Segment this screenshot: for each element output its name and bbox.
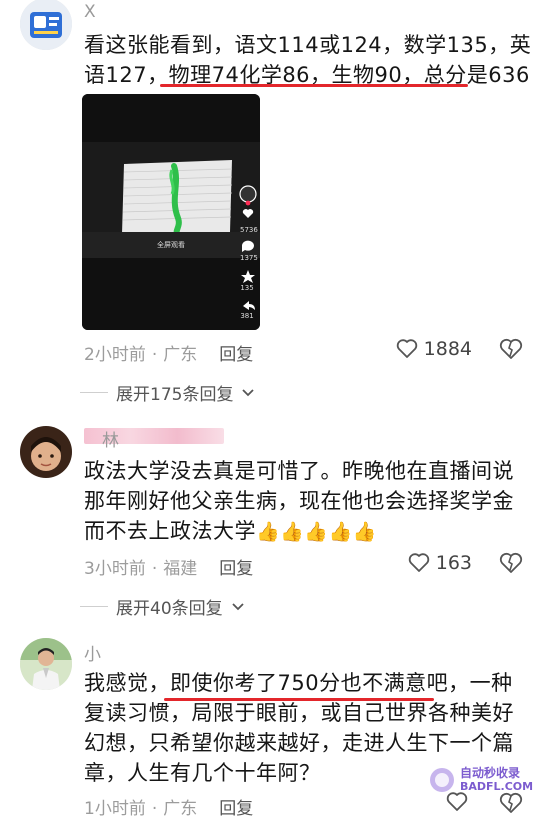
comment-text: 看这张能看到，语文114或124，数学135，英语127，物理74化学86，生物… bbox=[84, 30, 534, 90]
highlighted-text: 即使你考了750分也不满意吧 bbox=[170, 671, 449, 695]
comment-meta: 3小时前 · 福建 回复 bbox=[84, 559, 254, 579]
video-frame bbox=[82, 94, 260, 330]
comment-text: 政法大学没去真是可惜了。昨晚他在直播间说那年刚好他父亲生病，现在他也会选择奖学金… bbox=[84, 456, 534, 547]
expand-replies[interactable]: 展开175条回复 bbox=[80, 380, 255, 405]
chevron-down-icon bbox=[242, 388, 255, 396]
chevron-down-icon bbox=[232, 602, 244, 610]
watermark-line2: BADFL.COM bbox=[460, 780, 534, 793]
fullscreen-label[interactable]: 全屏观看 bbox=[82, 240, 260, 250]
like-button[interactable]: 1884 bbox=[396, 338, 472, 360]
fav-count: 135 bbox=[240, 284, 254, 292]
comment-meta: 1小时前 · 广东 回复 bbox=[84, 799, 254, 819]
timestamp: 2小时前 bbox=[84, 345, 146, 365]
expand-label: 展开40条回复 bbox=[116, 599, 223, 619]
comment-text-part: 我感觉， bbox=[84, 671, 170, 695]
broken-heart-icon bbox=[499, 552, 523, 573]
username[interactable]: 小 bbox=[84, 640, 101, 665]
video-thumbnail[interactable]: 5736 1375 135 381 全屏观看 bbox=[82, 94, 260, 330]
location: 广东 bbox=[163, 799, 198, 819]
avatar[interactable] bbox=[20, 0, 72, 50]
timestamp: 1小时前 bbox=[84, 799, 146, 819]
reply-button[interactable]: 回复 bbox=[219, 345, 253, 365]
like-count: 1884 bbox=[423, 338, 472, 360]
thumbs-up-emojis: 👍👍👍👍👍 bbox=[256, 521, 377, 543]
comment-meta: 2小时前 · 广东 回复 bbox=[84, 345, 254, 365]
divider bbox=[80, 392, 108, 393]
username-text: 林 bbox=[102, 431, 119, 451]
dislike-button[interactable] bbox=[498, 338, 524, 364]
expand-replies[interactable]: 展开40条回复 bbox=[80, 594, 245, 619]
reply-button[interactable]: 回复 bbox=[219, 799, 253, 819]
reply-button[interactable]: 回复 bbox=[219, 559, 253, 579]
dislike-button[interactable] bbox=[498, 552, 524, 578]
highlight-underline bbox=[164, 698, 434, 701]
like-count: 5736 bbox=[240, 226, 258, 234]
timestamp: 3小时前 bbox=[84, 559, 146, 579]
heart-icon bbox=[396, 339, 417, 358]
like-button[interactable]: 163 bbox=[408, 552, 472, 574]
broken-heart-icon bbox=[499, 338, 523, 359]
heart-icon bbox=[408, 553, 429, 572]
location: 福建 bbox=[163, 559, 198, 579]
watermark-logo-icon bbox=[430, 768, 454, 792]
divider bbox=[80, 606, 108, 607]
avatar[interactable] bbox=[20, 638, 72, 690]
share-count: 381 bbox=[240, 312, 254, 320]
username[interactable]: 林 bbox=[84, 428, 224, 451]
comment-count: 1375 bbox=[240, 254, 258, 262]
watermark-line1: 自动秒收录 bbox=[460, 766, 521, 780]
watermark: 自动秒收录 BADFL.COM bbox=[428, 762, 533, 800]
highlight-underline bbox=[160, 84, 468, 87]
avatar[interactable] bbox=[20, 426, 72, 478]
username[interactable]: X bbox=[84, 2, 96, 22]
expand-label: 展开175条回复 bbox=[116, 385, 234, 405]
location: 广东 bbox=[163, 345, 198, 365]
like-count: 163 bbox=[435, 552, 472, 574]
